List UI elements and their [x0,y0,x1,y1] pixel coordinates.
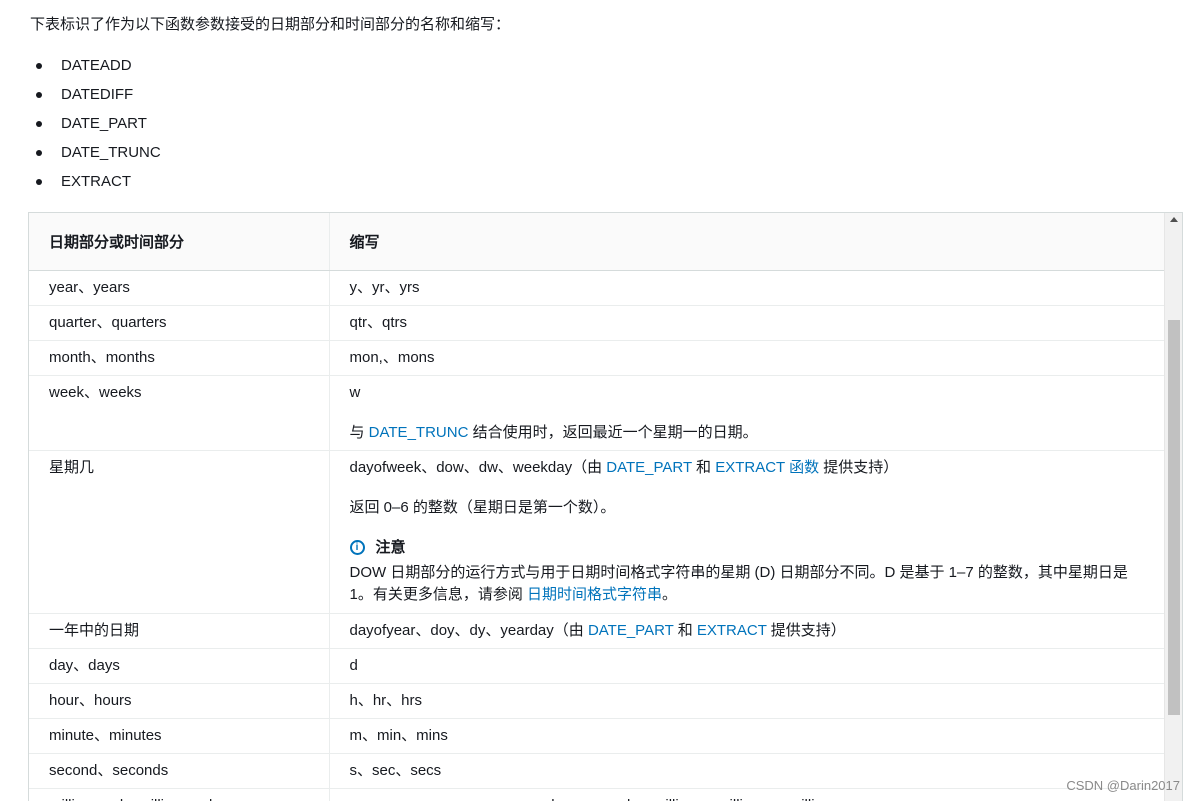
abbr-cell: ms、msec、msecs、msecond、mseconds、millisec、… [329,788,1165,801]
scroll-thumb[interactable] [1168,320,1180,715]
abbr-cell: h、hr、hrs [329,683,1165,719]
part-cell: second、seconds [29,753,330,789]
list-item: DATE_PART [30,112,161,141]
abbr-cell: d [329,648,1165,684]
abbr-note: 与 DATE_TRUNC 结合使用时，返回最近一个星期一的日期。 [349,423,758,441]
intro-text: 下表标识了作为以下函数参数接受的日期部分和时间部分的名称和缩写： [30,16,511,33]
table-header-row: 日期部分或时间部分 缩写 [29,213,1165,271]
extract-link[interactable]: EXTRACT [697,622,767,639]
part-cell: 一年中的日期 [29,613,330,649]
bullet-icon [36,92,42,98]
abbr-cell: qtr、qtrs [329,305,1165,341]
abbr-text: w [349,383,361,401]
part-cell: day、days [29,648,330,684]
list-item: EXTRACT [30,170,161,199]
table-row: second、seconds s、sec、secs [29,753,1165,789]
abbr-cell: w 与 DATE_TRUNC 结合使用时，返回最近一个星期一的日期。 [329,375,1165,451]
part-cell: week、weeks [29,375,330,451]
bullet-icon [36,121,42,127]
abbr-text: dayofweek、dow、dw、weekday（由 DATE_PART 和 E… [349,458,899,476]
table-row: 星期几 dayofweek、dow、dw、weekday（由 DATE_PART… [29,450,1165,614]
list-item: DATEADD [30,54,161,83]
column-header-part: 日期部分或时间部分 [29,213,330,271]
part-cell: year、years [29,270,330,306]
table-row: hour、hours h、hr、hrs [29,683,1165,719]
datepart-table-container[interactable]: 日期部分或时间部分 缩写 year、years y、yr、yrs quarter… [28,212,1183,801]
table-row: month、months mon,、mons [29,340,1165,376]
table-row: day、days d [29,648,1165,684]
part-cell: month、months [29,340,330,376]
part-cell: hour、hours [29,683,330,719]
bullet-icon [36,63,42,69]
note-heading: i 注意 [349,538,1146,558]
bullet-icon [36,150,42,156]
abbr-cell: dayofweek、dow、dw、weekday（由 DATE_PART 和 E… [329,450,1165,614]
return-description: 返回 0–6 的整数（星期日是第一个数）。 [349,498,616,516]
part-cell: 星期几 [29,450,330,614]
bullet-icon [36,179,42,185]
column-header-abbr: 缩写 [329,213,1165,271]
watermark: CSDN @Darin2017 [1066,778,1180,793]
part-cell: millisecond、milliseconds [29,788,330,801]
date-part-link[interactable]: DATE_PART [588,622,674,639]
datepart-table: 日期部分或时间部分 缩写 year、years y、yr、yrs quarter… [29,213,1165,801]
table-row: minute、minutes m、min、mins [29,718,1165,754]
abbr-cell: s、sec、secs [329,753,1165,789]
abbr-cell: dayofyear、doy、dy、yearday（由 DATE_PART 和 E… [329,613,1165,649]
vertical-scrollbar[interactable] [1164,213,1182,801]
abbr-cell: y、yr、yrs [329,270,1165,306]
table-row: 一年中的日期 dayofyear、doy、dy、yearday（由 DATE_P… [29,613,1165,649]
list-item: DATE_TRUNC [30,141,161,170]
table-row: week、weeks w 与 DATE_TRUNC 结合使用时，返回最近一个星期… [29,375,1165,451]
table-row: quarter、quarters qtr、qtrs [29,305,1165,341]
table-row: year、years y、yr、yrs [29,270,1165,306]
date-part-link[interactable]: DATE_PART [606,459,692,476]
part-cell: minute、minutes [29,718,330,754]
abbr-cell: m、min、mins [329,718,1165,754]
function-list: DATEADD DATEDIFF DATE_PART DATE_TRUNC EX… [30,54,161,199]
part-cell: quarter、quarters [29,305,330,341]
date-trunc-link[interactable]: DATE_TRUNC [369,424,469,441]
table-row: millisecond、milliseconds ms、msec、msecs、m… [29,788,1165,801]
list-item: DATEDIFF [30,83,161,112]
datetime-format-link[interactable]: 日期时间格式字符串 [527,586,662,603]
scroll-up-arrow-icon[interactable] [1170,217,1178,222]
info-icon: i [349,540,365,555]
extract-function-link[interactable]: EXTRACT 函数 [715,459,819,476]
note-body: DOW 日期部分的运行方式与用于日期时间格式字符串的星期 (D) 日期部分不同。… [349,563,1128,603]
abbr-cell: mon,、mons [329,340,1165,376]
